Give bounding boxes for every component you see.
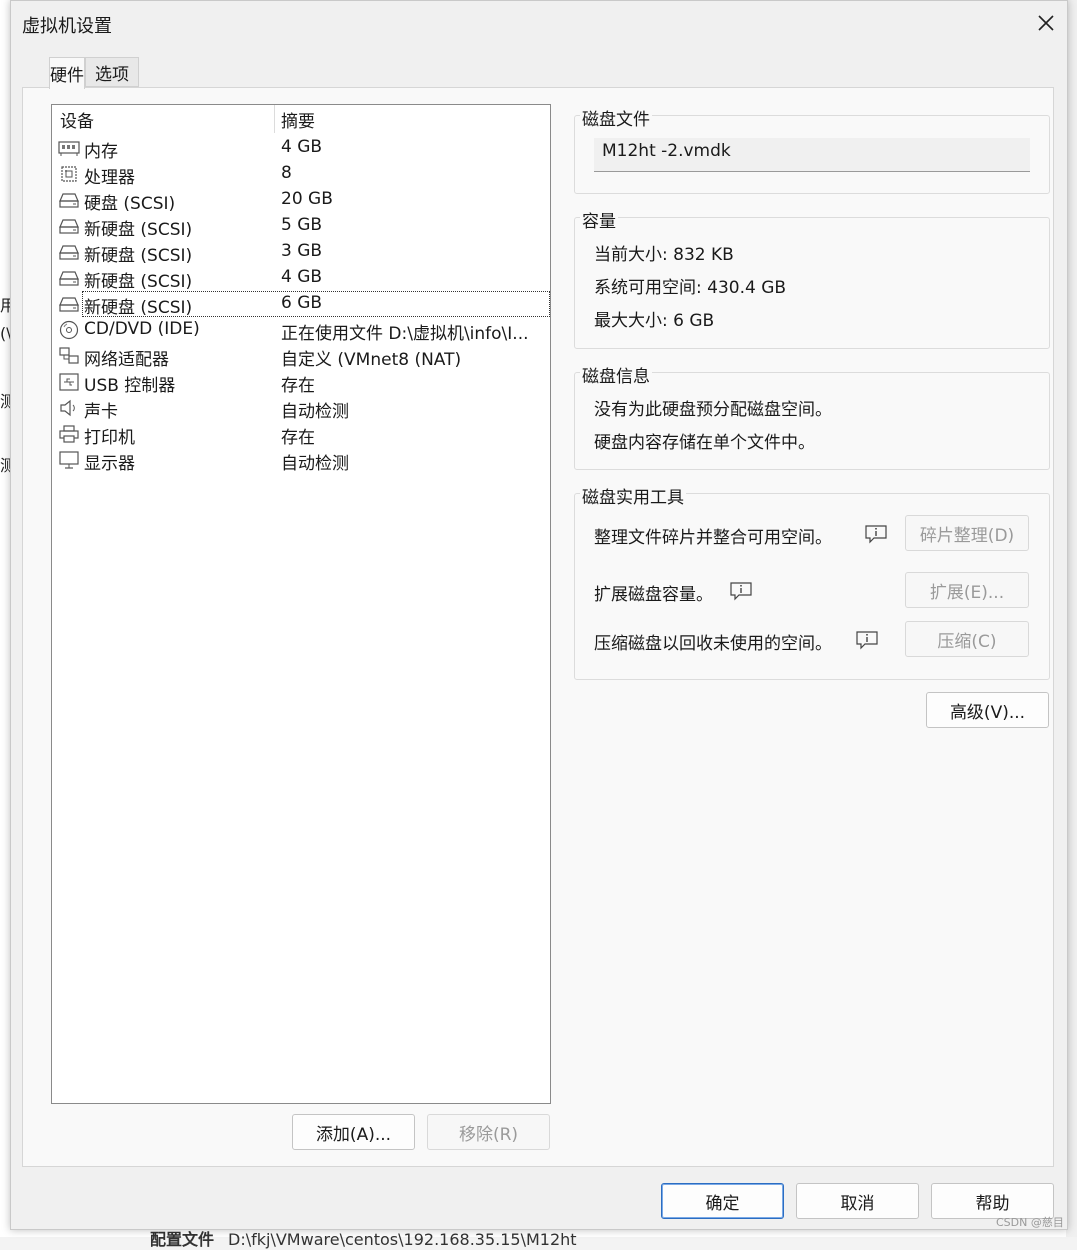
- device-summary: 自动检测: [281, 454, 349, 474]
- disk-icon: [59, 219, 79, 234]
- device-name: 新硬盘 (SCSI): [84, 246, 193, 266]
- current-size-text: 当前大小: 832 KB: [594, 245, 734, 265]
- device-summary: 3 GB: [281, 241, 323, 261]
- memory-icon: [58, 141, 80, 156]
- max-size-text: 最大大小: 6 GB: [594, 311, 715, 331]
- expand-description: 扩展磁盘容量。: [594, 585, 713, 605]
- device-summary: 20 GB: [281, 189, 333, 209]
- device-name: 网络适配器: [84, 350, 169, 370]
- add-device-button[interactable]: 添加(A)...: [292, 1114, 415, 1150]
- device-name: 新硬盘 (SCSI): [84, 298, 193, 318]
- usb-icon: [59, 373, 79, 391]
- defrag-description: 整理文件碎片并整合可用空间。: [594, 528, 832, 548]
- tab-label: 选项: [95, 64, 129, 85]
- device-row-disk[interactable]: 硬盘 (SCSI) 20 GB: [54, 187, 548, 214]
- compact-description: 压缩磁盘以回收未使用的空间。: [594, 634, 832, 654]
- advanced-button[interactable]: 高级(V)...: [926, 692, 1049, 728]
- device-row-printer[interactable]: 打印机 存在: [54, 421, 548, 448]
- disk-utilities-label: 磁盘实用工具: [580, 483, 686, 508]
- device-row-display[interactable]: 显示器 自动检测: [54, 447, 548, 474]
- disk-icon: [59, 297, 79, 312]
- printer-icon: [59, 425, 79, 443]
- hardware-panel: 设备 摘要 内存 4 GB 处理器 8 硬盘 (SCSI) 20 GB 新硬盘 …: [22, 87, 1054, 1167]
- device-row-usb[interactable]: USB 控制器 存在: [54, 369, 548, 396]
- device-row-sound[interactable]: 声卡 自动检测: [54, 395, 548, 422]
- ok-button[interactable]: 确定: [661, 1183, 784, 1219]
- cpu-icon: [61, 166, 77, 182]
- device-summary: 5 GB: [281, 215, 323, 235]
- device-row-new-disk[interactable]: 新硬盘 (SCSI) 4 GB: [54, 265, 548, 292]
- speaker-icon: [60, 399, 75, 417]
- close-icon[interactable]: [1029, 7, 1063, 39]
- remove-device-button[interactable]: 移除(R): [427, 1114, 550, 1150]
- device-row-network[interactable]: 网络适配器 自定义 (VMnet8 (NAT): [54, 343, 548, 370]
- available-space-text: 系统可用空间: 430.4 GB: [594, 278, 787, 298]
- disk-icon: [59, 245, 79, 260]
- device-summary: 4 GB: [281, 267, 323, 287]
- device-name: 内存: [84, 142, 118, 162]
- network-icon: [59, 347, 79, 364]
- disk-icon: [59, 193, 79, 208]
- dialog-title: 虚拟机设置: [22, 16, 112, 37]
- device-summary: 存在: [281, 428, 315, 448]
- column-header-summary[interactable]: 摘要: [281, 105, 315, 133]
- cd-icon: [59, 320, 79, 340]
- device-summary: 6 GB: [281, 293, 323, 313]
- tab-hardware[interactable]: 硬件: [49, 57, 85, 89]
- device-row-new-disk[interactable]: 新硬盘 (SCSI) 5 GB: [54, 213, 548, 240]
- info-icon[interactable]: [856, 630, 878, 650]
- device-row-processor[interactable]: 处理器 8: [54, 161, 548, 188]
- compact-button[interactable]: 压缩(C): [905, 621, 1029, 657]
- device-name: 打印机: [84, 428, 135, 448]
- column-header-device[interactable]: 设备: [60, 105, 94, 133]
- device-summary: 正在使用文件 D:\虚拟机\info\I...: [281, 324, 529, 344]
- tab-label: 硬件: [50, 66, 84, 86]
- device-name: CD/DVD (IDE): [84, 319, 200, 339]
- defragment-button[interactable]: 碎片整理(D): [905, 515, 1029, 551]
- device-list[interactable]: 设备 摘要 内存 4 GB 处理器 8 硬盘 (SCSI) 20 GB 新硬盘 …: [51, 104, 551, 1104]
- watermark: CSDN @慈目: [996, 1216, 1064, 1229]
- column-separator[interactable]: [274, 105, 275, 133]
- device-row-memory[interactable]: 内存 4 GB: [54, 135, 548, 162]
- disk-info-label: 磁盘信息: [580, 362, 652, 387]
- disk-info-line: 硬盘内容存储在单个文件中。: [594, 433, 815, 453]
- device-name: USB 控制器: [84, 376, 176, 396]
- device-summary: 8: [281, 163, 292, 183]
- disk-info-line: 没有为此硬盘预分配磁盘空间。: [594, 400, 832, 420]
- device-summary: 存在: [281, 376, 315, 396]
- vm-settings-dialog: 虚拟机设置 硬件 选项 设备 摘要 内存 4 GB 处理器 8 硬盘 (SCSI…: [10, 0, 1068, 1230]
- device-name: 新硬盘 (SCSI): [84, 220, 193, 240]
- capacity-label: 容量: [580, 207, 618, 232]
- info-icon[interactable]: [730, 581, 752, 601]
- disk-file-field[interactable]: M12ht -2.vmdk: [594, 138, 1030, 172]
- device-summary: 自动检测: [281, 402, 349, 422]
- device-name: 声卡: [84, 402, 118, 422]
- device-name: 处理器: [84, 168, 135, 188]
- disk-icon: [59, 271, 79, 286]
- info-icon[interactable]: [865, 524, 887, 544]
- disk-file-label: 磁盘文件: [580, 105, 652, 130]
- device-summary: 4 GB: [281, 137, 323, 157]
- title-bar: 虚拟机设置: [11, 1, 1067, 45]
- cancel-button[interactable]: 取消: [796, 1183, 919, 1219]
- device-row-new-disk[interactable]: 新硬盘 (SCSI) 3 GB: [54, 239, 548, 266]
- tab-options[interactable]: 选项: [85, 57, 139, 87]
- device-name: 新硬盘 (SCSI): [84, 272, 193, 292]
- device-name: 硬盘 (SCSI): [84, 194, 176, 214]
- device-name: 显示器: [84, 454, 135, 474]
- monitor-icon: [59, 451, 79, 469]
- device-summary: 自定义 (VMnet8 (NAT): [281, 350, 462, 370]
- device-row-new-disk-selected[interactable]: 新硬盘 (SCSI) 6 GB: [54, 291, 550, 318]
- device-row-cd-dvd[interactable]: CD/DVD (IDE) 正在使用文件 D:\虚拟机\info\I...: [54, 317, 548, 344]
- expand-button[interactable]: 扩展(E)...: [905, 572, 1029, 608]
